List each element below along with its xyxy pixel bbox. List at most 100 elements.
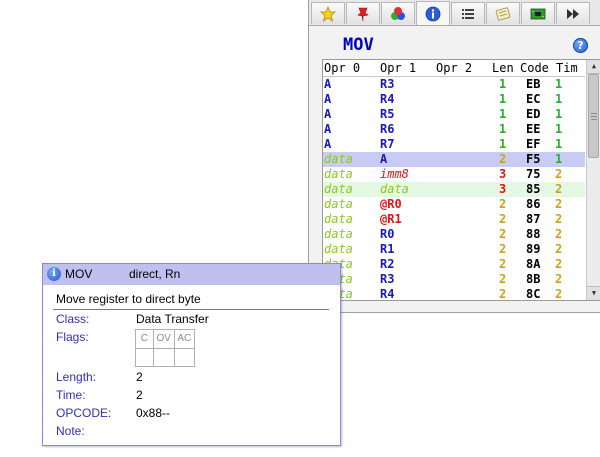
instruction-tooltip: i MOV direct, Rn Move register to direct…	[42, 263, 341, 446]
balls-icon	[390, 6, 406, 22]
tab-pin[interactable]	[346, 2, 380, 24]
cell-tim: 2	[555, 197, 563, 211]
cell-tim: 1	[555, 77, 563, 91]
cell-opr0: data	[324, 197, 353, 211]
cell-opr0: A	[324, 92, 332, 106]
help-icon[interactable]: ?	[573, 38, 588, 53]
cell-len: 3	[499, 167, 507, 181]
star-icon	[320, 5, 336, 22]
cell-code: EF	[526, 137, 541, 151]
scroll-up-button[interactable]: ▲	[587, 60, 600, 74]
cell-opr1: R3	[380, 77, 395, 91]
table-row[interactable]: data @R1 2 87 2	[323, 212, 585, 227]
note-icon	[495, 6, 511, 22]
cell-tim: 2	[555, 257, 563, 271]
cell-opr1: R2	[380, 257, 395, 271]
cell-code: EC	[526, 92, 541, 106]
info-icon	[425, 6, 441, 22]
cell-code: 89	[526, 242, 541, 256]
cell-len: 1	[499, 122, 507, 136]
header-tim[interactable]: Tim	[556, 61, 578, 75]
note-label: Note:	[56, 424, 85, 438]
tab-bar	[309, 0, 600, 26]
tab-notes[interactable]	[486, 2, 520, 24]
flag-c: C	[135, 329, 154, 349]
cell-opr1: R4	[380, 92, 395, 106]
table-scrollbar[interactable]: ▲ ▼	[586, 60, 600, 300]
cell-opr0: data	[324, 242, 353, 256]
cell-code: F5	[526, 152, 541, 166]
table-row[interactable]: data @R0 2 86 2	[323, 197, 585, 212]
cell-opr1: R6	[380, 122, 395, 136]
tooltip-mnemonic: MOV	[65, 267, 93, 281]
cell-opr0: A	[324, 77, 332, 91]
cell-len: 2	[499, 197, 507, 211]
cell-len: 2	[499, 227, 507, 241]
cell-code: ED	[526, 107, 541, 121]
cell-opr1: R1	[380, 242, 395, 256]
cell-len: 2	[499, 257, 507, 271]
fast-forward-icon	[565, 6, 581, 22]
cell-len: 2	[499, 152, 507, 166]
cell-tim: 2	[555, 182, 563, 196]
tab-components[interactable]	[381, 2, 415, 24]
cell-opr1: R4	[380, 287, 395, 301]
header-code[interactable]: Code	[520, 61, 549, 75]
table-row[interactable]: data data 3 85 2	[323, 182, 585, 197]
table-row[interactable]: A R7 1 EF 1	[323, 137, 585, 152]
header-len[interactable]: Len	[492, 61, 514, 75]
tab-info[interactable]	[416, 1, 450, 25]
cell-opr1: @R1	[380, 212, 402, 226]
info-icon: i	[47, 267, 61, 281]
cell-len: 2	[499, 287, 507, 301]
table-row[interactable]: A R5 1 ED 1	[323, 107, 585, 122]
header-opr0[interactable]: Opr 0	[324, 61, 360, 75]
cell-tim: 2	[555, 167, 563, 181]
cell-tim: 1	[555, 122, 563, 136]
table-row[interactable]: dataR328B2	[323, 272, 585, 287]
tab-board[interactable]	[521, 2, 555, 24]
cell-tim: 1	[555, 92, 563, 106]
cell-opr1: imm8	[380, 167, 409, 181]
flag-ov-value	[152, 347, 175, 367]
table-row[interactable]: dataR428C2	[323, 287, 585, 301]
table-row[interactable]: data imm8 3 75 2	[323, 167, 585, 182]
cell-opr0: data	[324, 167, 353, 181]
tab-run[interactable]	[556, 2, 590, 24]
opcode-label: OPCODE:	[56, 406, 112, 420]
tab-list[interactable]	[451, 2, 485, 24]
cell-len: 1	[499, 77, 507, 91]
table-row[interactable]: A R3 1 EB 1	[323, 77, 585, 92]
header-opr1[interactable]: Opr 1	[380, 61, 416, 75]
scroll-thumb[interactable]	[588, 74, 599, 158]
time-value: 2	[136, 388, 143, 402]
flags-label: Flags:	[56, 330, 89, 344]
cell-code: 8A	[526, 257, 541, 271]
list-icon	[460, 6, 476, 22]
cell-len: 1	[499, 137, 507, 151]
cell-opr1: @R0	[380, 197, 402, 211]
table-row[interactable]: A R6 1 EE 1	[323, 122, 585, 137]
header-opr2[interactable]: Opr 2	[436, 61, 472, 75]
table-row[interactable]: data A 2 F5 1	[323, 152, 585, 167]
table-row[interactable]: data R0 2 88 2	[323, 227, 585, 242]
tooltip-description: Move register to direct byte	[56, 292, 201, 306]
cell-opr0: data	[324, 227, 353, 241]
cell-opr0: A	[324, 107, 332, 121]
cell-opr0: data	[324, 212, 353, 226]
table-row[interactable]: dataR228A2	[323, 257, 585, 272]
class-value: Data Transfer	[136, 312, 209, 326]
scroll-down-button[interactable]: ▼	[587, 286, 600, 300]
cell-tim: 1	[555, 107, 563, 121]
table-row[interactable]: A R4 1 EC 1	[323, 92, 585, 107]
cell-opr1: R5	[380, 107, 395, 121]
flag-ac: AC	[173, 329, 196, 349]
table-row[interactable]: data R1 2 89 2	[323, 242, 585, 257]
instruction-panel: MOV ? Opr 0 Opr 1 Opr 2 Len Code Tim A R3…	[308, 0, 600, 313]
cell-opr1: R3	[380, 272, 395, 286]
cell-opr0: A	[324, 122, 332, 136]
length-label: Length:	[56, 370, 97, 384]
cell-opr1: data	[380, 182, 409, 196]
flag-ov: OV	[152, 329, 175, 349]
tab-favorites[interactable]	[311, 2, 345, 24]
